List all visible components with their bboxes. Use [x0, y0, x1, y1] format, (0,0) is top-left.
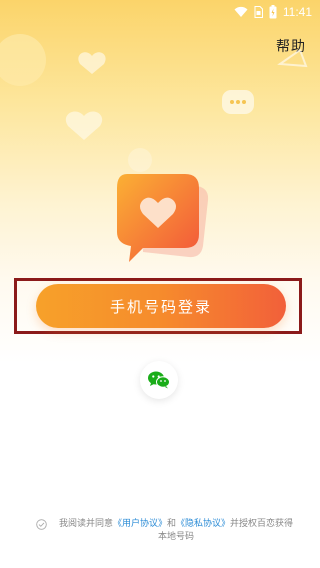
battery-icon	[269, 5, 277, 19]
privacy-policy-link[interactable]: 《隐私协议》	[176, 519, 230, 529]
wifi-icon	[234, 6, 248, 17]
sim-card-icon	[254, 6, 263, 18]
phone-login-button[interactable]: 手机号码登录	[36, 284, 286, 328]
status-icons: 11:41	[234, 4, 312, 20]
agreement-checkbox[interactable]	[36, 519, 47, 530]
agreement-text: 我阅读并同意《用户协议》和《隐私协议》并授权百恋获得本地号码	[56, 518, 296, 544]
agreement-and: 和	[166, 519, 176, 529]
app-logo	[117, 174, 209, 262]
agreement-prefix: 我阅读并同意	[58, 519, 113, 529]
user-agreement-link[interactable]: 《用户协议》	[113, 519, 167, 529]
status-time: 11:41	[282, 5, 312, 19]
wechat-login-button[interactable]	[140, 361, 178, 399]
wechat-icon	[148, 371, 170, 389]
